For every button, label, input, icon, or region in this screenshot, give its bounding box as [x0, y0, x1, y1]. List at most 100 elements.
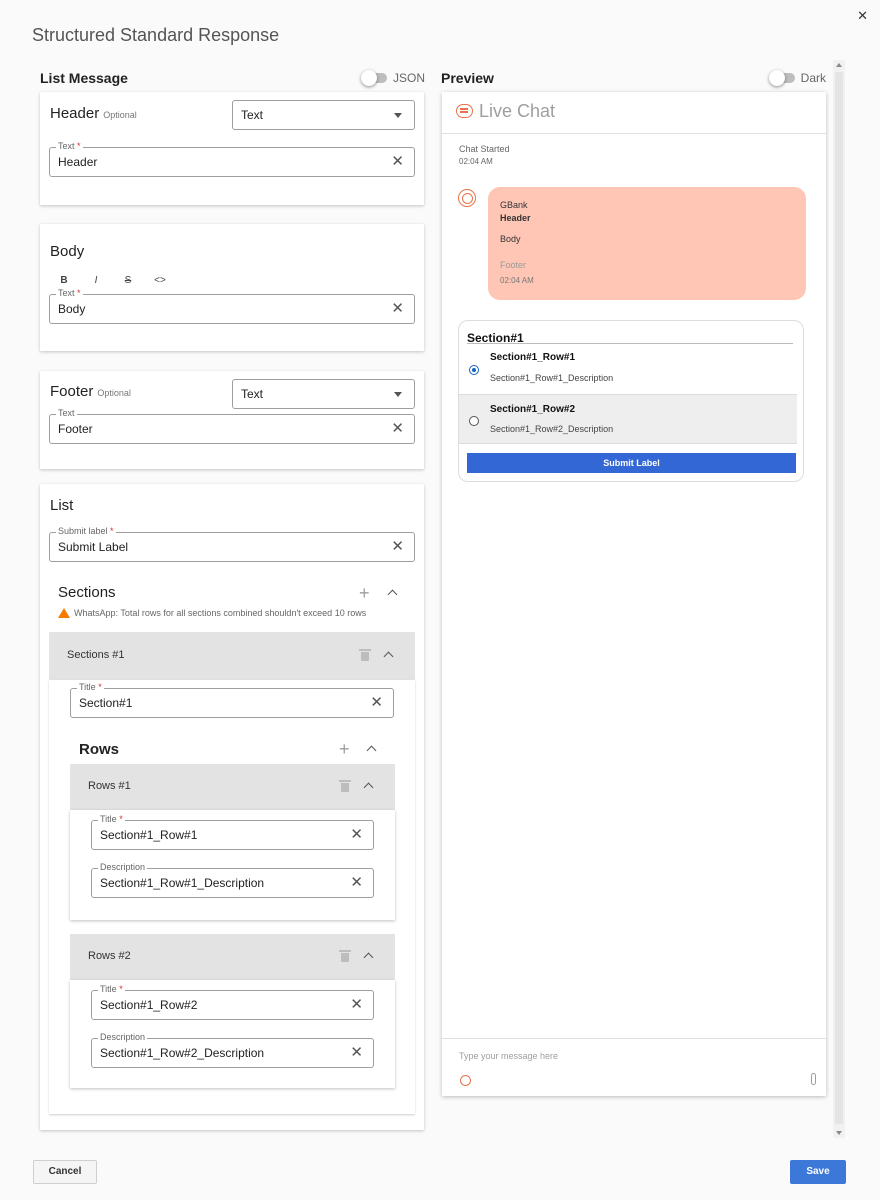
clear-icon[interactable]: ✕: [350, 827, 363, 843]
clear-icon[interactable]: ✕: [391, 301, 404, 317]
preview-row-description: Section#1_Row#2_Description: [490, 424, 614, 434]
header-title-text: Header: [50, 105, 100, 122]
italic-button[interactable]: I: [90, 275, 102, 286]
cancel-button[interactable]: Cancel: [33, 1160, 97, 1184]
section-title-field[interactable]: Title * Section#1 ✕: [70, 682, 394, 718]
chevron-down-icon: [394, 392, 402, 397]
delete-row-icon[interactable]: [339, 950, 351, 962]
submit-label-field[interactable]: Submit label * Submit Label ✕: [49, 526, 415, 562]
section-title-label: Title *: [77, 682, 104, 693]
warning-icon: [58, 608, 70, 618]
row-panel-label: Rows #2: [88, 950, 131, 962]
row-panel-body: Title * Section#1_Row#1 ✕ Description Se…: [70, 810, 395, 920]
rows-title: Rows: [79, 741, 120, 758]
row-radio[interactable]: [469, 416, 479, 426]
clear-icon[interactable]: ✕: [391, 421, 404, 437]
scroll-down-icon[interactable]: [836, 1131, 842, 1135]
attachment-icon[interactable]: [811, 1073, 816, 1085]
json-toggle-label: JSON: [392, 71, 425, 85]
row-title-field[interactable]: Title * Section#1_Row#2 ✕: [91, 984, 374, 1020]
row-panel-header[interactable]: Rows #1: [70, 764, 395, 810]
header-type-select[interactable]: Text: [232, 100, 415, 130]
message-bubble: GBank Header Body Footer 02:04 AM: [488, 187, 806, 300]
clear-icon[interactable]: ✕: [350, 875, 363, 891]
section-panel-label: Sections #1: [67, 649, 125, 661]
strikethrough-button[interactable]: S: [122, 275, 134, 286]
clear-icon[interactable]: ✕: [391, 154, 404, 170]
message-composer[interactable]: Type your message here: [442, 1038, 826, 1096]
row-title-label: Title *: [98, 814, 125, 825]
row-panel-label: Rows #1: [88, 780, 131, 792]
add-row-icon[interactable]: +: [339, 740, 350, 758]
section-panel-body: Title * Section#1 ✕ Rows + Rows #1 Title…: [49, 680, 415, 1114]
clear-icon[interactable]: ✕: [370, 695, 383, 711]
save-button[interactable]: Save: [790, 1160, 846, 1184]
dark-toggle[interactable]: Dark: [768, 70, 826, 86]
header-text-field[interactable]: Text * Header ✕: [49, 141, 415, 177]
format-toolbar: B I S <>: [58, 275, 166, 286]
clear-icon[interactable]: ✕: [350, 1045, 363, 1061]
submit-label-value: Submit Label: [58, 540, 129, 554]
scroll-up-icon[interactable]: [836, 63, 842, 67]
header-type-value: Text: [241, 108, 264, 122]
json-switch[interactable]: [360, 70, 387, 86]
chevron-up-icon[interactable]: [363, 782, 374, 793]
chevron-up-icon[interactable]: [363, 952, 374, 963]
footer-optional-tag: Optional: [97, 388, 131, 398]
clear-icon[interactable]: ✕: [350, 997, 363, 1013]
preview-submit-button[interactable]: Submit Label: [467, 453, 796, 473]
header-optional-tag: Optional: [103, 110, 137, 120]
row-panel-header[interactable]: Rows #2: [70, 934, 395, 980]
header-title: Header Optional: [50, 105, 137, 122]
chat-bubble-icon: [456, 104, 473, 118]
row-title-value: Section#1_Row#1: [100, 828, 198, 842]
preview-row-title: Section#1_Row#2: [490, 404, 576, 415]
chevron-up-icon[interactable]: [383, 651, 394, 662]
add-section-icon[interactable]: +: [359, 584, 370, 602]
json-toggle[interactable]: JSON: [360, 70, 425, 86]
preview-row[interactable]: Section#1_Row#2 Section#1_Row#2_Descript…: [459, 394, 797, 444]
chevron-up-icon[interactable]: [366, 745, 377, 756]
body-text-field[interactable]: Text * Body ✕: [49, 288, 415, 324]
row-description-field[interactable]: Description Section#1_Row#1_Description …: [91, 862, 374, 898]
bubble-footer: Footer: [500, 260, 527, 270]
dark-switch[interactable]: [768, 70, 795, 86]
list-message-heading: List Message: [40, 70, 128, 86]
delete-row-icon[interactable]: [339, 780, 351, 792]
body-text-label: Text *: [56, 288, 83, 299]
delete-section-icon[interactable]: [359, 649, 371, 661]
submit-label-label: Submit label *: [56, 526, 116, 537]
preview-row[interactable]: Section#1_Row#1 Section#1_Row#1_Descript…: [459, 347, 797, 393]
section-panel-header[interactable]: Sections #1: [49, 632, 415, 680]
bubble-sender: GBank: [500, 200, 528, 210]
row-description-field[interactable]: Description Section#1_Row#2_Description …: [91, 1032, 374, 1068]
chevron-down-icon: [394, 113, 402, 118]
footer-title: Footer Optional: [50, 383, 131, 400]
clear-icon[interactable]: ✕: [391, 539, 404, 555]
header-text-value: Header: [58, 155, 98, 169]
row-radio-selected[interactable]: [469, 365, 479, 375]
code-button[interactable]: <>: [154, 275, 166, 286]
section-divider: [467, 343, 793, 344]
footer-text-field[interactable]: Text Footer ✕: [49, 408, 415, 444]
dialog-scrollbar[interactable]: [833, 60, 845, 1138]
chat-started-text: Chat Started: [459, 144, 510, 154]
section-title-value: Section#1: [79, 696, 133, 710]
emoji-icon[interactable]: [460, 1075, 471, 1086]
chevron-up-icon[interactable]: [387, 589, 398, 600]
row-panel-body: Title * Section#1_Row#2 ✕ Description Se…: [70, 980, 395, 1088]
footer-title-text: Footer: [50, 383, 94, 400]
row-title-field[interactable]: Title * Section#1_Row#1 ✕: [91, 814, 374, 850]
list-preview-card: Section#1 Section#1_Row#1 Section#1_Row#…: [458, 320, 804, 482]
footer-type-select[interactable]: Text: [232, 379, 415, 409]
row-description-label: Description: [98, 862, 148, 873]
preview-row-title: Section#1_Row#1: [490, 352, 576, 363]
footer-type-value: Text: [241, 387, 264, 401]
live-chat-title: Live Chat: [479, 101, 556, 121]
close-icon[interactable]: ✕: [857, 8, 868, 24]
bold-button[interactable]: B: [58, 275, 70, 286]
body-card: Body B I S <> Text * Body ✕: [40, 224, 424, 351]
preview-row-description: Section#1_Row#1_Description: [490, 373, 614, 383]
scrollbar-thumb[interactable]: [835, 72, 843, 1124]
bot-avatar-icon: [458, 189, 476, 207]
